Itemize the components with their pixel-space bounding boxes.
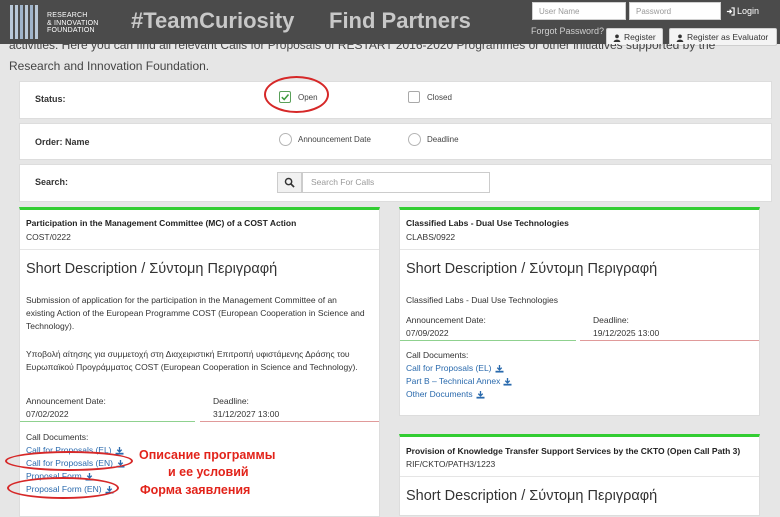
status-filter-panel (19, 81, 772, 119)
annotation-circle (264, 76, 329, 113)
call-documents-label: Call Documents: (406, 350, 469, 360)
team-curiosity-link[interactable]: #TeamCuriosity (131, 8, 294, 34)
doc-link-label: Part B – Technical Annex (406, 376, 501, 386)
short-description-heading: Short Description / Σύντομη Περιγραφή (406, 261, 658, 277)
card-title[interactable]: Classified Labs - Dual Use Technologies (406, 218, 569, 228)
logo-line: RESEARCH (47, 12, 88, 19)
divider (400, 476, 759, 477)
announcement-underline (20, 421, 195, 422)
search-label: Search: (35, 177, 69, 187)
status-closed-checkbox[interactable] (408, 91, 420, 103)
find-partners-link[interactable]: Find Partners (329, 8, 471, 34)
description-line: existing Action of the European Programm… (26, 308, 365, 318)
download-icon (503, 377, 512, 386)
login-button[interactable]: Login (726, 2, 776, 20)
deadline-value: 19/12/2025 13:00 (593, 328, 660, 338)
announcement-underline (400, 340, 576, 341)
card-title[interactable]: Provision of Knowledge Transfer Support … (406, 446, 740, 456)
order-announcement-radio[interactable] (279, 133, 292, 146)
description-line: Technology). (26, 321, 75, 331)
card-code: COST/0222 (26, 232, 71, 242)
forgot-password-link[interactable]: Forgot Password? (531, 26, 604, 36)
download-icon (495, 364, 504, 373)
intro-text-line: Research and Innovation Foundation. (9, 59, 210, 73)
logo-line: FOUNDATION (47, 27, 95, 34)
announcement-label: Announcement Date: (26, 396, 106, 406)
annotation-circle (5, 451, 133, 471)
call-documents-label: Call Documents: (26, 432, 89, 442)
announcement-value: 07/09/2022 (406, 328, 449, 338)
card-code: RIF/CKTO/PATH3/1223 (406, 459, 496, 469)
deadline-label: Deadline: (593, 315, 629, 325)
card-code: CLABS/0922 (406, 232, 456, 242)
status-label: Status: (35, 94, 66, 104)
register-evaluator-button[interactable]: Register as Evaluator (669, 28, 777, 46)
deadline-value: 31/12/2027 13:00 (213, 409, 280, 419)
annotation-note: Форма заявления (140, 483, 251, 497)
order-deadline-radio[interactable] (408, 133, 421, 146)
card-title[interactable]: Participation in the Management Committe… (26, 218, 296, 228)
register-button[interactable]: Register (606, 28, 663, 46)
description-el: Υποβολή αίτησης για συμμετοχή στη Διαχει… (26, 348, 376, 374)
annotation-note: Описание программы (139, 448, 276, 462)
search-icon (284, 177, 295, 188)
announcement-value: 07/02/2022 (26, 409, 69, 419)
logo-line: & INNOVATION (47, 19, 99, 27)
description-line: Υποβολή αίτησης για συμμετοχή στη Διαχει… (26, 349, 350, 359)
doc-link-label: Other Documents (406, 389, 473, 399)
annotation-circle (7, 477, 119, 499)
user-icon (613, 34, 621, 42)
search-button[interactable] (277, 172, 302, 193)
annotation-note: и ее условий (168, 465, 249, 479)
deadline-underline (580, 340, 759, 341)
order-label: Order: Name (35, 137, 90, 147)
username-input[interactable]: User Name (532, 2, 626, 20)
divider (20, 249, 379, 250)
order-deadline-label: Deadline (427, 135, 459, 144)
doc-link-label: Call for Proposals (EL) (406, 363, 492, 373)
deadline-underline (200, 421, 379, 422)
other-documents-link[interactable]: Other Documents (406, 389, 485, 399)
description-line: Classified Labs - Dual Use Technologies (406, 295, 558, 305)
login-label: Login (737, 6, 760, 16)
rif-logo-icon[interactable] (10, 5, 40, 39)
order-panel (19, 123, 772, 160)
short-description-heading: Short Description / Σύντομη Περιγραφή (406, 488, 658, 504)
call-for-proposals-el-link[interactable]: Call for Proposals (EL) (406, 363, 504, 373)
description-en: Submission of application for the partic… (26, 294, 376, 333)
short-description-heading: Short Description / Σύντομη Περιγραφή (26, 261, 278, 277)
login-icon (726, 7, 735, 16)
deadline-label: Deadline: (213, 396, 249, 406)
register-label: Register (624, 32, 656, 42)
divider (400, 249, 759, 250)
announcement-label: Announcement Date: (406, 315, 486, 325)
status-closed-label: Closed (427, 93, 452, 102)
download-icon (476, 390, 485, 399)
search-input[interactable]: Search For Calls (302, 172, 490, 193)
logo-text: RESEARCH & INNOVATION FOUNDATION (47, 12, 99, 35)
user-icon (676, 34, 684, 42)
description-line: Submission of application for the partic… (26, 295, 337, 305)
order-announcement-label: Announcement Date (298, 135, 371, 144)
register-evaluator-label: Register as Evaluator (687, 32, 769, 42)
technical-annex-link[interactable]: Part B – Technical Annex (406, 376, 512, 386)
description-line: Ευρωπαϊκού Προγράμματος COST (European C… (26, 362, 358, 372)
password-input[interactable]: Password (629, 2, 721, 20)
